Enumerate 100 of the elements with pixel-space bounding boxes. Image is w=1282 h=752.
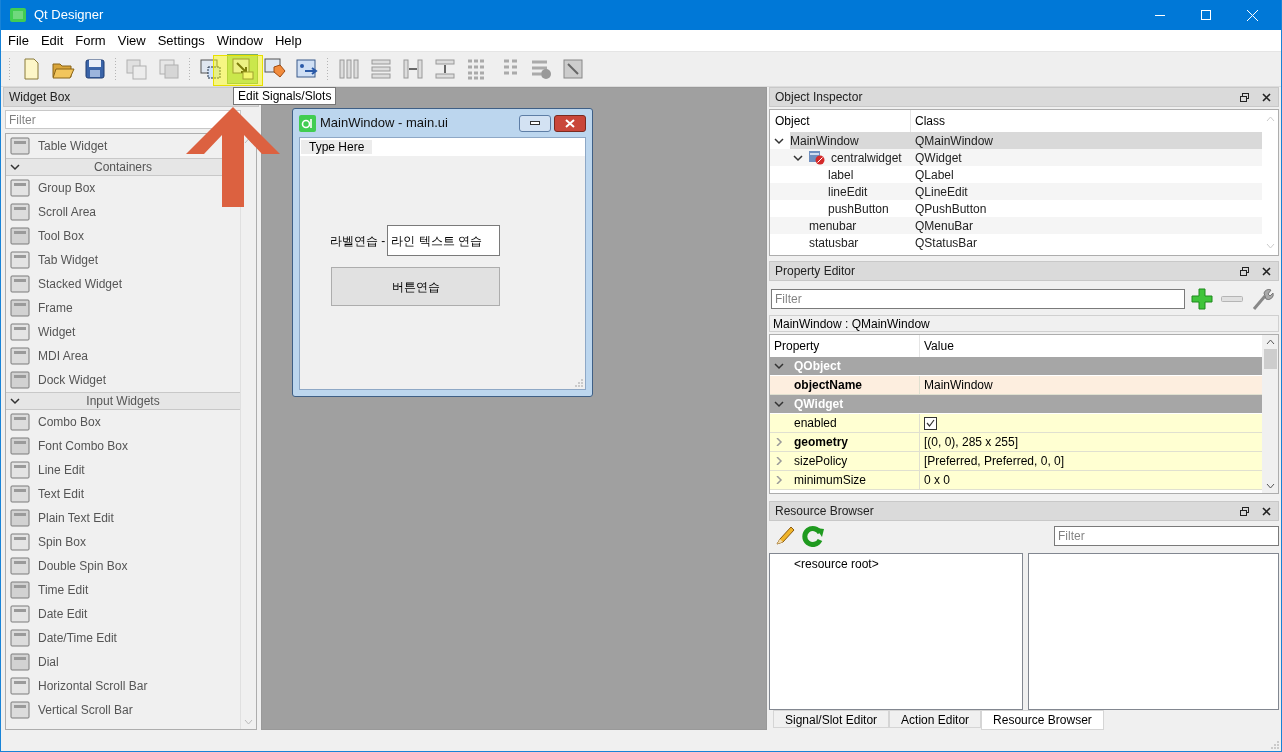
menu-item[interactable]: Settings [151, 30, 211, 51]
check-icon [926, 419, 935, 427]
rows-layout-icon [368, 57, 393, 81]
widget-list-item[interactable]: Dial [6, 650, 59, 674]
panel-title: Widget Box [9, 89, 71, 106]
widget-list-item[interactable]: Frame [6, 296, 73, 320]
tree-item[interactable]: pushButton [828, 199, 889, 218]
resize-grip-icon [1271, 741, 1279, 749]
property-row[interactable]: sizePolicy [Preferred, Preferred, 0, 0] [770, 452, 1262, 471]
resource-list[interactable] [1028, 553, 1279, 710]
close-button[interactable] [1259, 90, 1273, 104]
tree-item[interactable]: menubar [809, 216, 857, 235]
widget-list-item[interactable]: Font Combo Box [6, 434, 129, 458]
widget-list-item[interactable]: Table Widget [6, 134, 108, 158]
widget-icon [10, 628, 30, 648]
scroll-up-icon [1265, 116, 1275, 122]
widget-list-item[interactable]: Date/Time Edit [6, 626, 117, 650]
add-button[interactable] [1189, 287, 1215, 311]
tab[interactable]: Signal/Slot Editor [773, 710, 890, 728]
overlapping-squares-icon [124, 57, 149, 81]
resize-grip-icon [575, 379, 583, 387]
menu-item[interactable]: File [2, 30, 35, 51]
mode-button[interactable] [227, 54, 258, 84]
widget-icon [10, 412, 30, 432]
reload-button[interactable] [801, 524, 825, 548]
property-row[interactable]: minimumSize 0 x 0 [770, 471, 1262, 490]
class-cell-text: QLineEdit [915, 183, 968, 201]
widget-list-item[interactable]: Dock Widget [6, 368, 107, 392]
class-cell-text: QWidget [915, 149, 962, 167]
float-button[interactable] [1237, 264, 1251, 278]
tree-item[interactable]: <resource root> [794, 555, 1022, 573]
minimize-button[interactable] [519, 114, 551, 132]
qt-logo-icon [299, 114, 316, 132]
resource-tree[interactable]: <resource root> [769, 553, 1023, 710]
tab[interactable]: Action Editor [889, 710, 982, 728]
widget-list-item[interactable]: Vertical Scroll Bar [6, 698, 133, 722]
scroll-down-icon [1265, 483, 1275, 489]
widget-list-item[interactable]: Stacked Widget [6, 272, 123, 296]
float-button[interactable] [1237, 504, 1251, 518]
scrollbar[interactable] [1262, 335, 1278, 493]
push-button[interactable]: 버튼연습 [331, 267, 500, 306]
widget-list-item[interactable]: Time Edit [6, 578, 89, 602]
tab[interactable]: Resource Browser [981, 710, 1104, 730]
widget-list-item[interactable]: Combo Box [6, 410, 101, 434]
widget-list-item[interactable]: Date Edit [6, 602, 88, 626]
float-button[interactable] [1237, 90, 1251, 104]
form-label: 라벨연습 - [330, 232, 386, 250]
widget-icon [10, 178, 30, 198]
widget-list-item[interactable]: Spin Box [6, 530, 87, 554]
toolbar-grip-icon [188, 57, 191, 81]
class-cell-text: QLabel [915, 166, 954, 184]
scrollbar-thumb[interactable] [1263, 349, 1277, 369]
menu-item[interactable]: Form [69, 30, 112, 51]
filter-field[interactable]: Filter [5, 110, 241, 129]
column-header[interactable]: Value [920, 337, 954, 355]
tree-item[interactable]: centralwidget [831, 148, 902, 167]
widget-icon [10, 322, 30, 342]
toolbar-grip-icon [8, 57, 11, 81]
wrench-icon [1250, 287, 1274, 311]
close-icon [1261, 266, 1271, 276]
menu-item[interactable]: View [111, 30, 152, 51]
filter-field[interactable]: Filter [771, 289, 1185, 309]
object-label: MainWindow : QMainWindow [773, 315, 930, 333]
menu-item[interactable]: Window [210, 30, 269, 51]
tree-item[interactable]: lineEdit [828, 182, 868, 201]
property-row[interactable]: geometry [(0, 0), 285 x 255] [770, 433, 1262, 452]
edit-button[interactable] [773, 524, 797, 548]
menu-item[interactable]: Help [268, 30, 308, 51]
widget-list-item[interactable]: Plain Text Edit [6, 506, 114, 530]
class-cell-text: QMenuBar [915, 217, 974, 235]
minus-icon [1221, 296, 1243, 302]
menu-item[interactable]: Edit [34, 30, 70, 51]
tree-item[interactable]: statusbar [809, 233, 859, 252]
menu-placeholder[interactable]: Type Here [301, 140, 373, 154]
widget-list-item[interactable]: Horizontal Scroll Bar [6, 674, 148, 698]
widget-icon [10, 556, 30, 576]
close-button[interactable] [554, 114, 586, 132]
qt-logo-icon [10, 8, 26, 22]
widget-icon [10, 508, 30, 528]
widget-list-item[interactable]: Double Spin Box [6, 554, 128, 578]
reload-icon [802, 525, 824, 547]
property-row[interactable]: enabled [770, 414, 1262, 433]
widget-icon [10, 136, 30, 156]
close-button[interactable] [1259, 264, 1273, 278]
widget-list-item[interactable]: Scroll Area [6, 200, 97, 224]
widget-list-item[interactable]: Line Edit [6, 458, 85, 482]
property-row[interactable]: objectName MainWindow [770, 376, 1262, 395]
toolbar-grip-icon [326, 57, 329, 81]
widget-list-item[interactable]: Group Box [6, 176, 96, 200]
widget-list-item[interactable]: Tab Widget [6, 248, 99, 272]
filter-field[interactable]: Filter [1054, 526, 1279, 546]
line-edit[interactable]: 라인 텍스트 연습 [387, 225, 501, 256]
checkbox[interactable] [924, 416, 937, 430]
widget-list-item[interactable]: Text Edit [6, 482, 85, 506]
widget-list-item[interactable]: Widget [6, 320, 76, 344]
widget-list-item[interactable]: MDI Area [6, 344, 88, 368]
column-header[interactable]: Class [911, 112, 945, 130]
widget-list-item[interactable]: Tool Box [6, 224, 85, 248]
close-button[interactable] [1259, 504, 1273, 518]
tree-item[interactable]: label [828, 165, 854, 184]
